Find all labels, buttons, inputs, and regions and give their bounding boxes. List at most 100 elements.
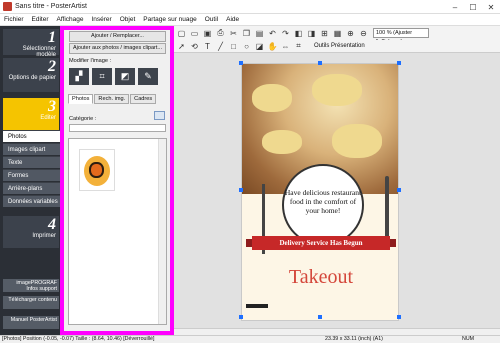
image-edit-icon[interactable]: ✎ — [138, 68, 158, 85]
tab-frames[interactable]: Cadres — [130, 94, 157, 104]
shape-tool-icon[interactable]: ◪ — [254, 41, 265, 52]
grid-icon[interactable]: ▦ — [332, 28, 343, 39]
send-back-icon[interactable]: ◨ — [306, 28, 317, 39]
step-label: Editer — [40, 115, 56, 121]
step-select-template[interactable]: 1 Sélectionner modèle — [3, 29, 59, 58]
step-edit[interactable]: 3 Editer — [3, 98, 59, 130]
drawing-toolbar: ➚ ⟲ T ╱ □ ○ ◪ ✋ ⇔ ⌗ Outils Présentation — [174, 40, 500, 53]
rotate-icon[interactable]: ⟲ — [189, 41, 200, 52]
paste-icon[interactable]: ▤ — [254, 28, 265, 39]
headline-text[interactable]: Takeout — [242, 266, 398, 289]
redo-icon[interactable]: ↷ — [280, 28, 291, 39]
download-content-button[interactable]: Télécharger contenu — [3, 296, 59, 309]
presentation-tools-label[interactable]: Outils Présentation — [314, 43, 365, 49]
bring-front-icon[interactable]: ◧ — [293, 28, 304, 39]
step-print[interactable]: 4 Imprimer — [3, 216, 59, 248]
status-num-lock: NUM — [462, 336, 475, 342]
hand-tool-icon[interactable]: ✋ — [267, 41, 278, 52]
new-file-icon[interactable]: ▢ — [176, 28, 187, 39]
delivery-banner[interactable]: Delivery Service Has Begun — [246, 236, 396, 250]
sidebar-item-variable-data[interactable]: Données variables — [3, 195, 60, 207]
circle-text[interactable]: Have delicious restaurant food in the co… — [284, 188, 362, 215]
zoom-select[interactable]: 100 % (Ajuster l'affichage) — [373, 28, 429, 45]
line-tool-icon[interactable]: ╱ — [215, 41, 226, 52]
add-to-library-button[interactable]: Ajouter aux photos / images clipart... — [69, 43, 166, 54]
menu-file[interactable]: Fichier — [0, 16, 28, 23]
menu-object[interactable]: Objet — [116, 16, 140, 23]
thumbnail-fruit-shape — [89, 162, 104, 178]
view-grid-icon[interactable] — [154, 111, 165, 120]
step-number: 3 — [48, 98, 56, 115]
sidebar-item-text[interactable]: Texte — [3, 156, 60, 168]
pizza-slice-shape — [312, 74, 362, 106]
app-icon — [3, 2, 12, 11]
selection-handle[interactable] — [397, 188, 401, 192]
footer-logo — [246, 304, 268, 308]
manual-button[interactable]: Manuel PosterArtist — [3, 316, 59, 329]
menu-cloud-share[interactable]: Partage sur nuage — [139, 16, 200, 23]
selection-handle[interactable] — [239, 188, 243, 192]
selection-handle[interactable] — [239, 315, 243, 319]
save-icon[interactable]: ▣ — [202, 28, 213, 39]
ellipse-tool-icon[interactable]: ○ — [241, 41, 252, 52]
selection-handle[interactable] — [318, 315, 322, 319]
menu-edit[interactable]: Editer — [28, 16, 53, 23]
zoom-in-icon[interactable]: ⊕ — [345, 28, 356, 39]
align-icon[interactable]: ⊞ — [319, 28, 330, 39]
step-number: 1 — [48, 29, 56, 46]
step-paper-options[interactable]: 2 Options de papier — [3, 58, 59, 92]
category-label: Catégorie : — [69, 116, 97, 122]
left-navigation: 1 Sélectionner modèle 2 Options de papie… — [0, 26, 60, 335]
image-list-scrollbar[interactable] — [158, 139, 166, 324]
tab-image-search[interactable]: Rech. img. — [94, 94, 130, 104]
copy-icon[interactable]: ❐ — [241, 28, 252, 39]
cut-icon[interactable]: ✂ — [228, 28, 239, 39]
rectangle-tool-icon[interactable]: □ — [228, 41, 239, 52]
title-bar: Sans titre - PosterArtist – ☐ ✕ — [0, 0, 500, 14]
canvas-horizontal-scrollbar[interactable] — [174, 328, 500, 335]
step-number: 4 — [48, 216, 56, 233]
image-effects-icon[interactable]: ▞ — [69, 68, 89, 85]
image-list — [68, 138, 167, 325]
minimize-button[interactable]: – — [446, 0, 464, 14]
step-label: Options de papier — [8, 75, 56, 81]
select-arrow-icon[interactable]: ➚ — [176, 41, 187, 52]
status-position: [Photos] Position (-0.05, -0.07) Taille … — [2, 336, 155, 342]
open-folder-icon[interactable]: ▭ — [189, 28, 200, 39]
sidebar-item-clipart[interactable]: Images clipart — [3, 143, 60, 155]
modify-image-label: Modifier l'image : — [69, 58, 112, 64]
menu-insert[interactable]: Insérer — [87, 16, 115, 23]
poster-footer — [246, 304, 396, 308]
flip-icon[interactable]: ⇔ — [280, 41, 291, 52]
crop-icon[interactable]: ⌗ — [293, 41, 304, 52]
print-icon[interactable]: ⎙ — [215, 28, 226, 39]
sidebar-item-shapes[interactable]: Formes — [3, 169, 60, 181]
text-tool-icon[interactable]: T — [202, 41, 213, 52]
image-adjust-icon[interactable]: ◩ — [115, 68, 135, 85]
pizza-slice-shape — [332, 124, 382, 158]
menu-help[interactable]: Aide — [222, 16, 243, 23]
close-button[interactable]: ✕ — [482, 0, 500, 14]
step-label: Imprimer — [32, 233, 56, 239]
status-paper-size: 23.39 x 33.11 (inch) (A1) — [325, 336, 383, 342]
maximize-button[interactable]: ☐ — [464, 0, 482, 14]
add-replace-button[interactable]: Ajouter / Remplacer... — [69, 31, 166, 42]
selection-handle[interactable] — [318, 61, 322, 65]
media-info-button[interactable]: imagePROGRAF Infos support — [3, 279, 59, 292]
sidebar-item-photos[interactable]: Photos — [3, 130, 60, 142]
selection-handle[interactable] — [397, 315, 401, 319]
step-label: Sélectionner modèle — [22, 46, 56, 58]
zoom-out-icon[interactable]: ⊖ — [358, 28, 369, 39]
undo-icon[interactable]: ↶ — [267, 28, 278, 39]
menu-view[interactable]: Affichage — [53, 16, 88, 23]
selection-handle[interactable] — [239, 61, 243, 65]
category-select[interactable] — [69, 124, 166, 132]
sidebar-item-backgrounds[interactable]: Arrière-plans — [3, 182, 60, 194]
menu-tools[interactable]: Outil — [201, 16, 222, 23]
tab-photos[interactable]: Photos — [68, 94, 94, 104]
photo-thumbnail[interactable] — [79, 149, 115, 191]
step-number: 2 — [48, 58, 56, 75]
selection-handle[interactable] — [397, 61, 401, 65]
poster-page[interactable]: Have delicious restaurant food in the co… — [241, 63, 399, 321]
crop-image-icon[interactable]: ⌗ — [92, 68, 112, 85]
